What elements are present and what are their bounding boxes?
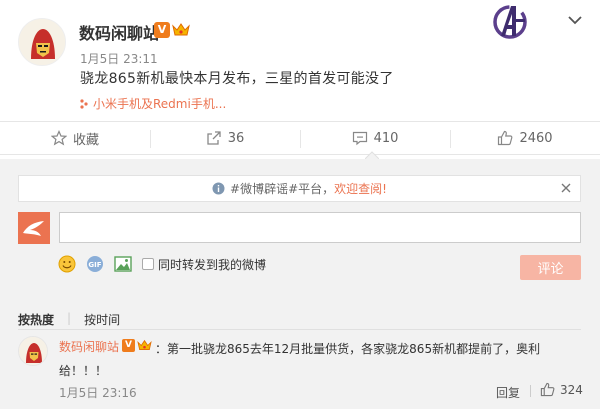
comment-time: 1月5日 23:16 <box>59 386 137 400</box>
weibo-avatar <box>18 212 50 244</box>
emoji-icon[interactable] <box>58 255 76 273</box>
rumor-notice-bar: #微博辟谣#平台， 欢迎查阅! <box>18 175 581 202</box>
comment-tools: GIF 同时转发到我的微博 <box>58 253 266 275</box>
active-tab-caret <box>365 151 379 159</box>
sort-separator: | <box>67 311 72 325</box>
comment-reply-button[interactable]: 回复 <box>496 384 520 401</box>
chevron-down-icon[interactable] <box>567 14 583 26</box>
post-text: 骁龙865新机最快本月发布，三星的首发可能没了 <box>80 71 394 87</box>
topic-dots-icon <box>80 98 88 109</box>
favorite-button[interactable]: 收藏 <box>0 122 150 154</box>
action-bar: 收藏 36 410 2460 <box>0 121 600 155</box>
repost-count: 36 <box>227 130 245 146</box>
current-user-avatar[interactable] <box>18 212 50 244</box>
sort-by-hot[interactable]: 按热度 <box>18 311 54 328</box>
notice-link[interactable]: 欢迎查阅! <box>334 180 387 197</box>
share-icon <box>207 131 221 145</box>
repost-checkbox-label[interactable]: 同时转发到我的微博 <box>158 256 266 273</box>
notice-text: #微博辟谣#平台， <box>230 182 335 196</box>
comment-author-avatar[interactable] <box>18 336 48 366</box>
crown-icon <box>172 23 190 36</box>
thumbs-up-icon <box>498 130 513 146</box>
verified-v-icon: V <box>154 22 170 38</box>
post-time[interactable]: 1月5日 23:11 <box>80 50 158 67</box>
sort-by-time[interactable]: 按时间 <box>84 311 120 328</box>
comment-text: ：第一批骁龙865去年12月批量供货，各家骁龙865新机都提前了，奥利 <box>155 342 541 356</box>
like-button[interactable]: 2460 <box>450 122 600 154</box>
comment-count: 410 <box>373 130 399 146</box>
comment-panel: #微博辟谣#平台， 欢迎查阅! GIF 同时转发到我的微博 评论 按热度 | 按… <box>0 159 600 409</box>
submit-comment-button[interactable]: 评论 <box>520 255 581 280</box>
comment-input[interactable] <box>59 212 581 243</box>
weibo-post-card: 数码闲聊站 V 1月5日 23:11 骁龙865新机最快本月发布，三星的首发可能… <box>0 0 600 409</box>
comment-icon <box>352 131 367 146</box>
author-name[interactable]: 数码闲聊站 <box>79 20 159 44</box>
comment-author[interactable]: 数码闲聊站 <box>59 338 119 355</box>
verified-v-icon: V <box>122 339 135 352</box>
thumbs-up-icon <box>540 382 555 397</box>
gif-icon[interactable]: GIF <box>86 255 104 273</box>
repost-button[interactable]: 36 <box>150 122 300 154</box>
comment-sort: 按热度 | 按时间 <box>18 311 120 328</box>
author-avatar[interactable] <box>18 18 66 66</box>
repost-checkbox[interactable] <box>142 258 154 270</box>
topic-link[interactable]: 小米手机及Redmi手机... <box>79 95 226 112</box>
star-icon <box>50 130 67 146</box>
comment-button[interactable]: 410 <box>300 122 450 154</box>
comment-like-count: 324 <box>560 382 583 397</box>
avengers-logo <box>493 5 527 39</box>
topic-link-label: 小米手机及Redmi手机... <box>93 97 227 111</box>
image-icon[interactable] <box>114 255 132 273</box>
close-icon[interactable] <box>560 182 572 194</box>
svg-text:GIF: GIF <box>88 261 101 269</box>
comment-like-button[interactable]: 324 <box>540 382 583 397</box>
comment-action-separator <box>530 385 531 397</box>
info-icon <box>212 182 225 195</box>
crown-icon <box>137 339 152 350</box>
like-count: 2460 <box>519 130 553 146</box>
divider <box>18 329 581 330</box>
comment-text-continued: 给！！！ <box>59 364 108 378</box>
favorite-label: 收藏 <box>72 132 99 148</box>
